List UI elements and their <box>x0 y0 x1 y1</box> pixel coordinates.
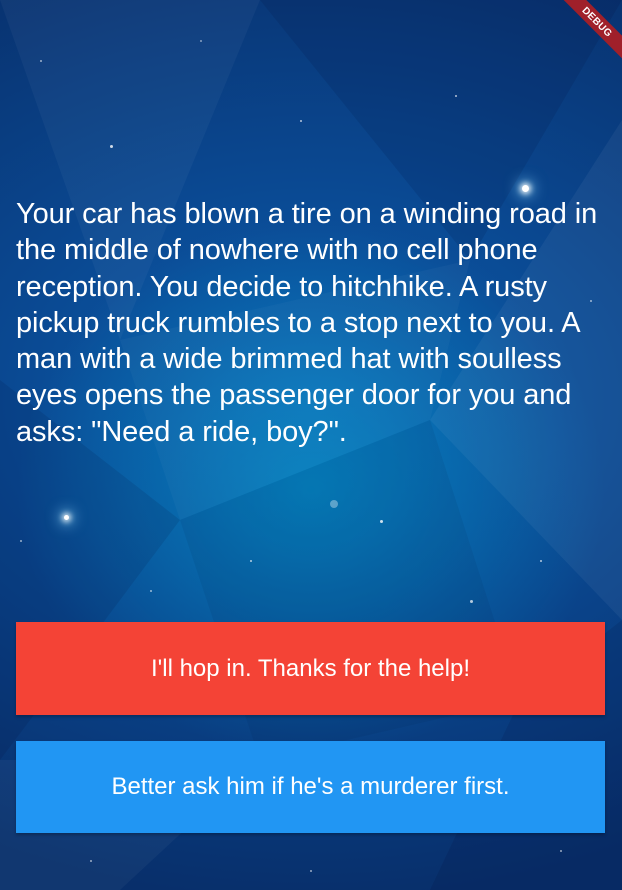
choice-2-button[interactable]: Better ask him if he's a murderer first. <box>16 741 605 833</box>
story-text: Your car has blown a tire on a winding r… <box>16 198 598 448</box>
debug-banner: DEBUG <box>542 0 622 80</box>
choice-1-button[interactable]: I'll hop in. Thanks for the help! <box>16 622 605 715</box>
choice-1-label: I'll hop in. Thanks for the help! <box>151 654 470 682</box>
debug-banner-label: DEBUG <box>552 0 622 67</box>
choice-2-label: Better ask him if he's a murderer first. <box>111 773 510 800</box>
